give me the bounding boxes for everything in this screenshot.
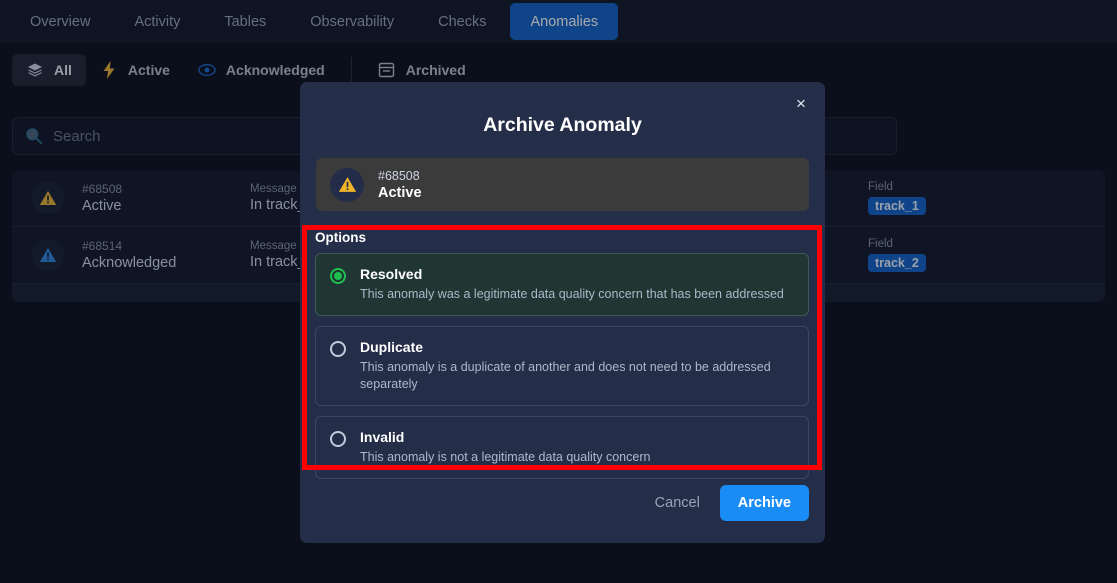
- option-resolved[interactable]: Resolved This anomaly was a legitimate d…: [315, 253, 809, 316]
- warning-triangle-icon: [330, 167, 364, 202]
- archive-options-group: Options Resolved This anomaly was a legi…: [315, 230, 809, 489]
- option-resolved-description: This anomaly was a legitimate data quali…: [360, 287, 784, 301]
- option-duplicate-description: This anomaly is a duplicate of another a…: [360, 359, 771, 391]
- option-duplicate[interactable]: Duplicate This anomaly is a duplicate of…: [315, 325, 809, 406]
- page-title: Archive Anomaly: [483, 114, 642, 136]
- option-invalid[interactable]: Invalid This anomaly is not a legitimate…: [315, 415, 809, 479]
- archive-button[interactable]: Archive: [719, 485, 809, 521]
- radio-duplicate-icon[interactable]: [330, 340, 346, 357]
- options-label: Options: [315, 230, 366, 245]
- close-icon[interactable]: ×: [789, 92, 813, 116]
- anomaly-summary-text: #68508 Active: [378, 169, 422, 201]
- radio-invalid-icon[interactable]: [330, 430, 346, 447]
- anomaly-summary-card: #68508 Active: [316, 158, 809, 211]
- option-resolved-title: Resolved: [360, 266, 423, 282]
- option-invalid-title: Invalid: [360, 428, 405, 445]
- anomaly-id: #68508: [378, 168, 420, 183]
- anomaly-status: Active: [378, 184, 422, 201]
- option-invalid-description: This anomaly is not a legitimate data qu…: [360, 449, 651, 464]
- option-duplicate-title: Duplicate: [360, 338, 424, 355]
- dialog-actions: Cancel Archive: [651, 485, 809, 521]
- cancel-button[interactable]: Cancel: [651, 489, 704, 517]
- radio-resolved-icon[interactable]: [330, 268, 346, 284]
